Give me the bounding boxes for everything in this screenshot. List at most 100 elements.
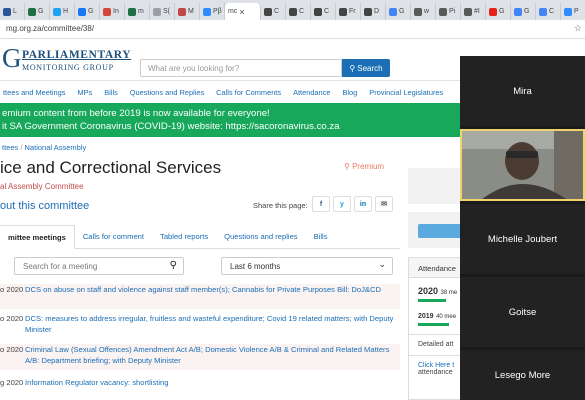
logo-line-2: MONITORING GROUP — [22, 63, 114, 72]
browser-tab-active[interactable]: mc × — [225, 3, 261, 20]
tab-label: D — [374, 8, 380, 15]
nav-link[interactable]: Questions and Replies — [127, 88, 204, 97]
browser-tab[interactable]: D — [361, 3, 386, 20]
browser-tab[interactable]: M — [175, 3, 200, 20]
browser-tab[interactable]: C — [286, 3, 311, 20]
meeting-row[interactable]: o 2020 DCS: measures to address irregula… — [0, 313, 400, 338]
browser-tab[interactable]: S( — [150, 3, 175, 20]
logo-letter: G — [2, 43, 22, 73]
key-icon: ⚲ — [344, 162, 350, 171]
browser-tab[interactable]: In — [100, 3, 125, 20]
meeting-search-input[interactable]: Search for a meeting ⚲ — [14, 257, 184, 275]
tab-favicon-icon — [564, 7, 572, 16]
meeting-row[interactable]: g 2020 Information Regulator vacancy: sh… — [0, 377, 400, 391]
tab-favicon-icon — [289, 7, 297, 16]
browser-tab[interactable]: Pi — [436, 3, 461, 20]
attendance-year: 2020 — [418, 286, 439, 296]
nav-link[interactable]: ttees and Meetings — [0, 88, 65, 97]
site-search-button[interactable]: ⚲ Search — [342, 59, 390, 77]
meeting-title[interactable]: DCS: measures to address irregular, frui… — [25, 313, 394, 335]
participant-name: Lesego More — [494, 369, 551, 381]
meeting-date: g 2020 — [0, 378, 24, 387]
participant-tile[interactable]: Mira — [460, 56, 585, 126]
star-icon[interactable]: ☆ — [574, 23, 582, 34]
browser-tab[interactable]: C — [311, 3, 336, 20]
browser-tab[interactable]: H — [50, 3, 75, 20]
period-select[interactable]: Last 6 months ⌄ — [221, 257, 393, 275]
tab-favicon-icon — [339, 7, 347, 16]
browser-tab[interactable]: G — [25, 3, 50, 20]
nav-link[interactable]: Provincial Legislatures — [366, 88, 443, 97]
committee-house[interactable]: al Assembly Committee — [0, 182, 84, 191]
nav-link[interactable]: Calls for Comments — [213, 88, 281, 97]
tab-label: G — [88, 8, 94, 15]
participant-tile[interactable]: Lesego More — [460, 350, 585, 400]
address-bar[interactable]: mg.org.za/committee/38/ ☆ — [0, 20, 585, 39]
about-committee-link[interactable]: out this committee — [0, 200, 89, 212]
tab-favicon-icon — [128, 7, 136, 16]
site-search-input[interactable]: What are you looking for? — [140, 59, 342, 77]
tab-favicon-icon — [439, 7, 447, 16]
tab-label: G — [524, 8, 530, 15]
tab-committee-meetings[interactable]: mittee meetings — [0, 225, 75, 249]
tab-favicon-icon — [53, 7, 61, 16]
browser-tab[interactable]: C — [261, 3, 286, 20]
main-nav: ttees and Meetings MPs Bills Questions and … — [0, 82, 460, 103]
sidebar-button[interactable] — [418, 224, 462, 238]
browser-tab[interactable]: G — [486, 3, 511, 20]
meeting-title[interactable]: DCS on abuse on staff and violence again… — [25, 284, 394, 295]
browser-tab[interactable]: Fr — [336, 3, 361, 20]
browser-tab[interactable]: #I — [461, 3, 486, 20]
meeting-title[interactable]: Information Regulator vacancy: shortlist… — [25, 377, 394, 388]
facebook-share-button[interactable]: f — [312, 196, 330, 212]
premium-badge[interactable]: ⚲ Premium — [344, 162, 384, 171]
email-share-button[interactable]: ✉ — [375, 196, 393, 212]
participant-tile[interactable]: Goitse — [460, 277, 585, 347]
site-header: G PARLIAMENTARY MONITORING GROUP What ar… — [0, 39, 460, 81]
tab-calls-for-comment[interactable]: Calls for comment — [75, 224, 152, 248]
browser-tab[interactable]: m — [125, 3, 150, 20]
browser-tab[interactable]: G — [511, 3, 536, 20]
browser-tab[interactable]: P — [561, 3, 585, 20]
tab-label: Fr — [349, 8, 356, 15]
tab-favicon-icon — [178, 7, 186, 16]
tab-label: mc — [228, 8, 238, 15]
attendance-link[interactable]: Click Here t attendance — [409, 355, 460, 376]
meeting-date: o 2020 — [0, 314, 24, 323]
browser-tab[interactable]: G — [75, 3, 100, 20]
attendance-note: 38 me — [440, 290, 458, 296]
meeting-row[interactable]: o 2020 DCS on abuse on staff and violenc… — [0, 284, 400, 309]
breadcrumb-committees[interactable]: ttees — [2, 143, 18, 152]
nav-link[interactable]: Attendance — [290, 88, 330, 97]
tab-bills[interactable]: Bills — [306, 224, 336, 248]
browser-tab[interactable]: C — [536, 3, 561, 20]
meeting-row[interactable]: o 2020 Criminal Law (Sexual Offences) Am… — [0, 344, 400, 370]
nav-link[interactable]: MPs — [74, 88, 92, 97]
nav-link[interactable]: Bills — [101, 88, 118, 97]
breadcrumb-national-assembly[interactable]: National Assembly — [25, 143, 87, 152]
tab-label: L — [13, 8, 17, 15]
browser-tab[interactable]: G — [386, 3, 411, 20]
browser-tab[interactable]: w — [411, 3, 436, 20]
search-icon[interactable]: ⚲ — [170, 260, 177, 271]
linkedin-share-button[interactable]: in — [354, 196, 372, 212]
twitter-share-button[interactable]: y — [333, 196, 351, 212]
tab-label: w — [424, 8, 430, 15]
page-title: ice and Correctional Services — [0, 158, 222, 177]
tab-tabled-reports[interactable]: Tabled reports — [152, 224, 216, 248]
close-icon[interactable]: × — [239, 7, 244, 17]
share-label: Share this page: — [253, 201, 308, 210]
banner-line-2[interactable]: it SA Government Coronavirus (COVID-19) … — [2, 120, 460, 133]
participant-video-tile[interactable] — [460, 129, 585, 201]
tab-questions-and-replies[interactable]: Questions and replies — [216, 224, 305, 248]
browser-tab[interactable]: L — [0, 3, 25, 20]
browser-tab[interactable]: Pβ — [200, 3, 225, 20]
notice-banner: emium content from before 2019 is now av… — [0, 103, 460, 137]
tab-label: G — [499, 8, 505, 15]
banner-line-1: emium content from before 2019 is now av… — [2, 108, 270, 119]
participant-tile[interactable]: Michelle Joubert — [460, 204, 585, 274]
nav-link[interactable]: Blog — [339, 88, 357, 97]
tab-favicon-icon — [153, 7, 161, 16]
meeting-title[interactable]: Criminal Law (Sexual Offences) Amendment… — [25, 344, 394, 366]
facebook-icon: f — [319, 200, 323, 208]
